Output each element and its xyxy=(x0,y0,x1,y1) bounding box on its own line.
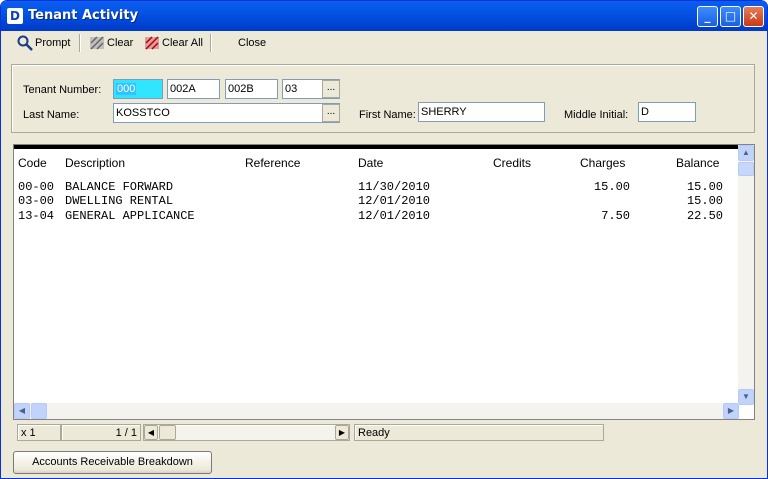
tenant-number-field-3[interactable]: 002B xyxy=(225,79,278,99)
prompt-button[interactable]: Prompt xyxy=(17,34,70,52)
scroll-down-icon[interactable]: ▼ xyxy=(738,389,754,405)
cell-description: GENERAL APPLICANCE xyxy=(65,209,195,223)
close-button[interactable]: Close xyxy=(238,34,266,52)
cell-date: 12/01/2010 xyxy=(358,209,431,223)
tenant-number-field-1[interactable]: 000 xyxy=(113,79,163,99)
clear-label: Clear xyxy=(107,37,134,49)
clear-all-button[interactable]: Clear All xyxy=(144,34,203,52)
page-scroll-thumb[interactable] xyxy=(159,425,176,440)
first-name-field[interactable]: SHERRY xyxy=(418,102,545,122)
column-header-reference[interactable]: Reference xyxy=(245,156,300,170)
last-name-label: Last Name: xyxy=(23,109,80,121)
toolbar-separator xyxy=(79,34,81,52)
cell-code: 13-04 xyxy=(18,209,55,223)
table-row[interactable]: 00-00 BALANCE FORWARD 11/30/2010 15.00 1… xyxy=(18,180,738,194)
column-header-balance[interactable]: Balance xyxy=(676,156,719,170)
cell-code: 03-00 xyxy=(18,194,55,208)
tenant-activity-window: D Tenant Activity _ □ ✕ Prompt Clear Cle… xyxy=(0,0,768,479)
magnifier-icon xyxy=(17,35,33,51)
close-window-button[interactable]: ✕ xyxy=(743,6,764,27)
grid-top-border xyxy=(14,145,739,149)
scroll-left-icon[interactable]: ◀ xyxy=(14,403,30,419)
scroll-thumb-vertical[interactable] xyxy=(738,162,754,176)
tenant-search-panel: Tenant Number: 000 002A 002B 03 ... Last… xyxy=(11,64,755,133)
status-bar: x 1 1 / 1 ◀ ▶ Ready xyxy=(13,423,757,443)
maximize-button[interactable]: □ xyxy=(720,6,741,27)
toolbar: Prompt Clear Clear All Close xyxy=(5,31,765,55)
clear-all-label: Clear All xyxy=(162,37,203,49)
middle-initial-field[interactable]: D xyxy=(638,102,696,122)
clear-button[interactable]: Clear xyxy=(89,34,133,52)
cell-balance: 15.00 xyxy=(686,194,723,208)
window-title: Tenant Activity xyxy=(28,8,139,23)
status-scrollbar[interactable]: ◀ ▶ xyxy=(143,424,350,441)
close-label: Close xyxy=(238,37,267,49)
cell-description: DWELLING RENTAL xyxy=(65,194,174,208)
cell-balance: 15.00 xyxy=(686,180,723,194)
cell-date: 11/30/2010 xyxy=(358,180,431,194)
scroll-up-icon[interactable]: ▲ xyxy=(738,145,754,161)
cell-balance: 22.50 xyxy=(686,209,723,223)
zoom-indicator: x 1 xyxy=(17,424,61,441)
first-name-label: First Name: xyxy=(359,109,416,121)
page-next-icon[interactable]: ▶ xyxy=(335,425,349,440)
table-row[interactable]: 03-00 DWELLING RENTAL 12/01/2010 15.00 xyxy=(18,194,738,208)
horizontal-scrollbar[interactable]: ◀ ▶ xyxy=(14,403,739,419)
cell-description: BALANCE FORWARD xyxy=(65,180,174,194)
last-name-lookup-button[interactable]: ... xyxy=(322,104,340,122)
app-icon[interactable]: D xyxy=(7,8,23,24)
middle-initial-label: Middle Initial: xyxy=(564,109,629,121)
tenant-number-field-2[interactable]: 002A xyxy=(167,79,220,99)
cell-charges: 7.50 xyxy=(601,209,630,223)
cell-charges: 15.00 xyxy=(593,180,630,194)
clear-icon xyxy=(90,36,104,50)
ar-breakdown-button[interactable]: Accounts Receivable Breakdown xyxy=(13,451,212,474)
column-header-code[interactable]: Code xyxy=(18,156,47,170)
cell-date: 12/01/2010 xyxy=(358,194,431,208)
toolbar-separator xyxy=(210,34,212,52)
minimize-button[interactable]: _ xyxy=(697,6,718,27)
page-prev-icon[interactable]: ◀ xyxy=(144,425,158,440)
prompt-label: Prompt xyxy=(35,37,71,49)
scroll-thumb-horizontal[interactable] xyxy=(31,403,47,419)
title-bar[interactable]: D Tenant Activity _ □ ✕ xyxy=(1,1,767,31)
cell-code: 00-00 xyxy=(18,180,55,194)
activity-grid[interactable]: Code Description Reference Date Credits … xyxy=(13,144,755,420)
table-row[interactable]: 13-04 GENERAL APPLICANCE 12/01/2010 7.50… xyxy=(18,209,738,223)
status-text: Ready xyxy=(354,424,604,441)
vertical-scrollbar[interactable]: ▲ ▼ xyxy=(738,145,754,405)
last-name-field[interactable]: KOSSTCO xyxy=(113,103,340,123)
clear-all-icon xyxy=(145,36,159,50)
column-header-credits[interactable]: Credits xyxy=(493,156,531,170)
column-header-date[interactable]: Date xyxy=(358,156,383,170)
column-header-description[interactable]: Description xyxy=(65,156,125,170)
tenant-lookup-button[interactable]: ... xyxy=(322,80,340,98)
tenant-number-label: Tenant Number: xyxy=(23,84,102,96)
page-indicator: 1 / 1 xyxy=(61,424,141,441)
column-header-charges[interactable]: Charges xyxy=(580,156,625,170)
scroll-right-icon[interactable]: ▶ xyxy=(723,403,739,419)
